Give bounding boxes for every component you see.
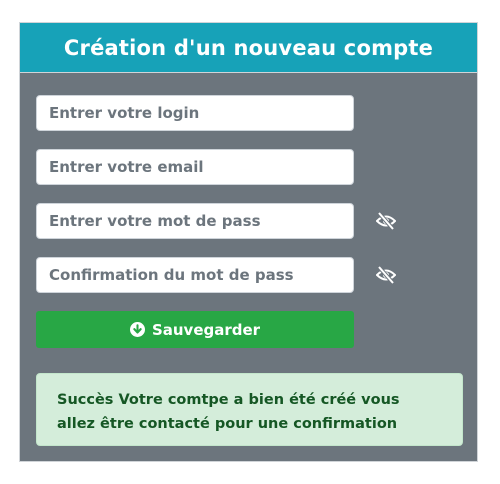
arrow-circle-down-icon bbox=[129, 322, 145, 337]
password-confirm-visibility-toggle-icon[interactable] bbox=[375, 265, 397, 285]
success-alert: Succès Votre comtpe a bien été créé vous… bbox=[36, 373, 463, 446]
password-input[interactable] bbox=[36, 203, 354, 239]
password-visibility-toggle-icon[interactable] bbox=[375, 211, 397, 231]
account-creation-card: Création d'un nouveau compte Sau bbox=[19, 22, 478, 462]
password-confirm-input[interactable] bbox=[36, 257, 354, 293]
save-button[interactable]: Sauvegarder bbox=[36, 311, 354, 348]
email-input[interactable] bbox=[36, 149, 354, 185]
login-input[interactable] bbox=[36, 95, 354, 131]
success-alert-message: Succès Votre comtpe a bien été créé vous… bbox=[57, 392, 400, 432]
page-title: Création d'un nouveau compte bbox=[63, 35, 434, 60]
card-header: Création d'un nouveau compte bbox=[20, 23, 477, 73]
save-button-label: Sauvegarder bbox=[151, 320, 261, 339]
